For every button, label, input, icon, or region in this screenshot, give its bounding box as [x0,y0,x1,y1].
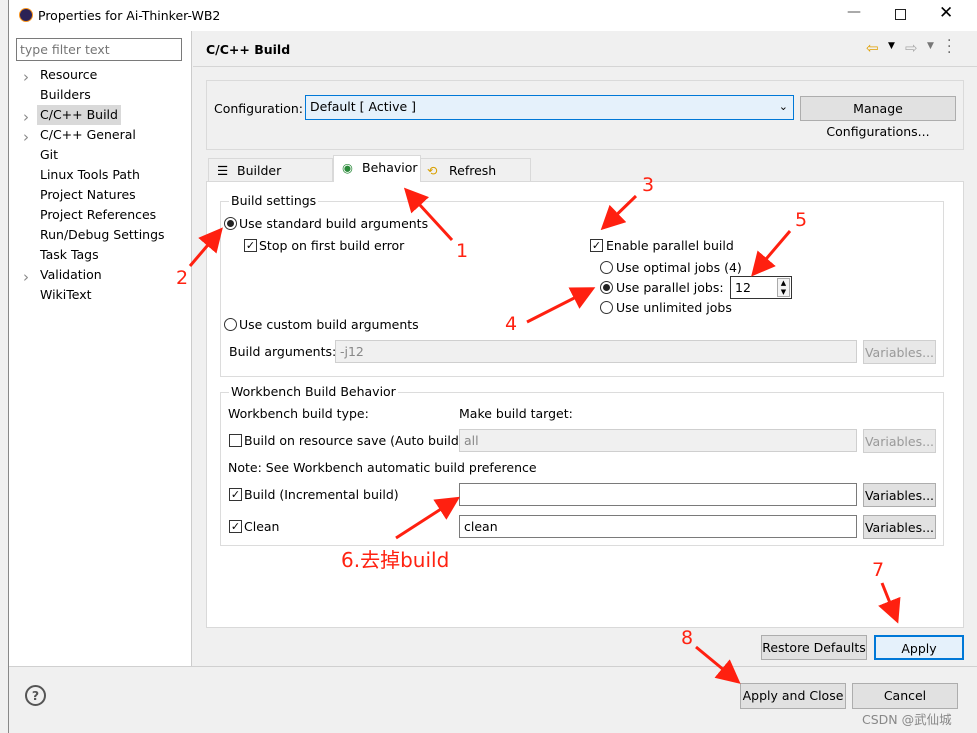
annotation-8: 8 [681,627,694,649]
annotation-3: 3 [642,174,655,196]
arrow-6 [395,496,461,540]
annotation-5: 5 [795,209,808,231]
watermark: CSDN @武仙城 [862,712,952,727]
arrow-7 [878,582,901,624]
tab-behavior[interactable]: ◉ Behavior [333,155,421,182]
arrow-4 [526,287,596,324]
arrow-5 [751,230,792,277]
annotation-arrows [188,187,901,684]
annotation-7: 7 [872,559,885,581]
annotation-4: 4 [505,313,518,335]
behavior-icon: ◉ [342,160,353,175]
arrow-2 [188,227,223,267]
arrow-8 [695,645,741,684]
annotation-1: 1 [456,240,469,262]
arrow-1 [403,187,454,242]
tab-label: Behavior [362,160,418,175]
arrow-3 [600,194,638,231]
annotation-2: 2 [176,267,189,289]
annotation-6: 6.去掉build [341,548,450,572]
